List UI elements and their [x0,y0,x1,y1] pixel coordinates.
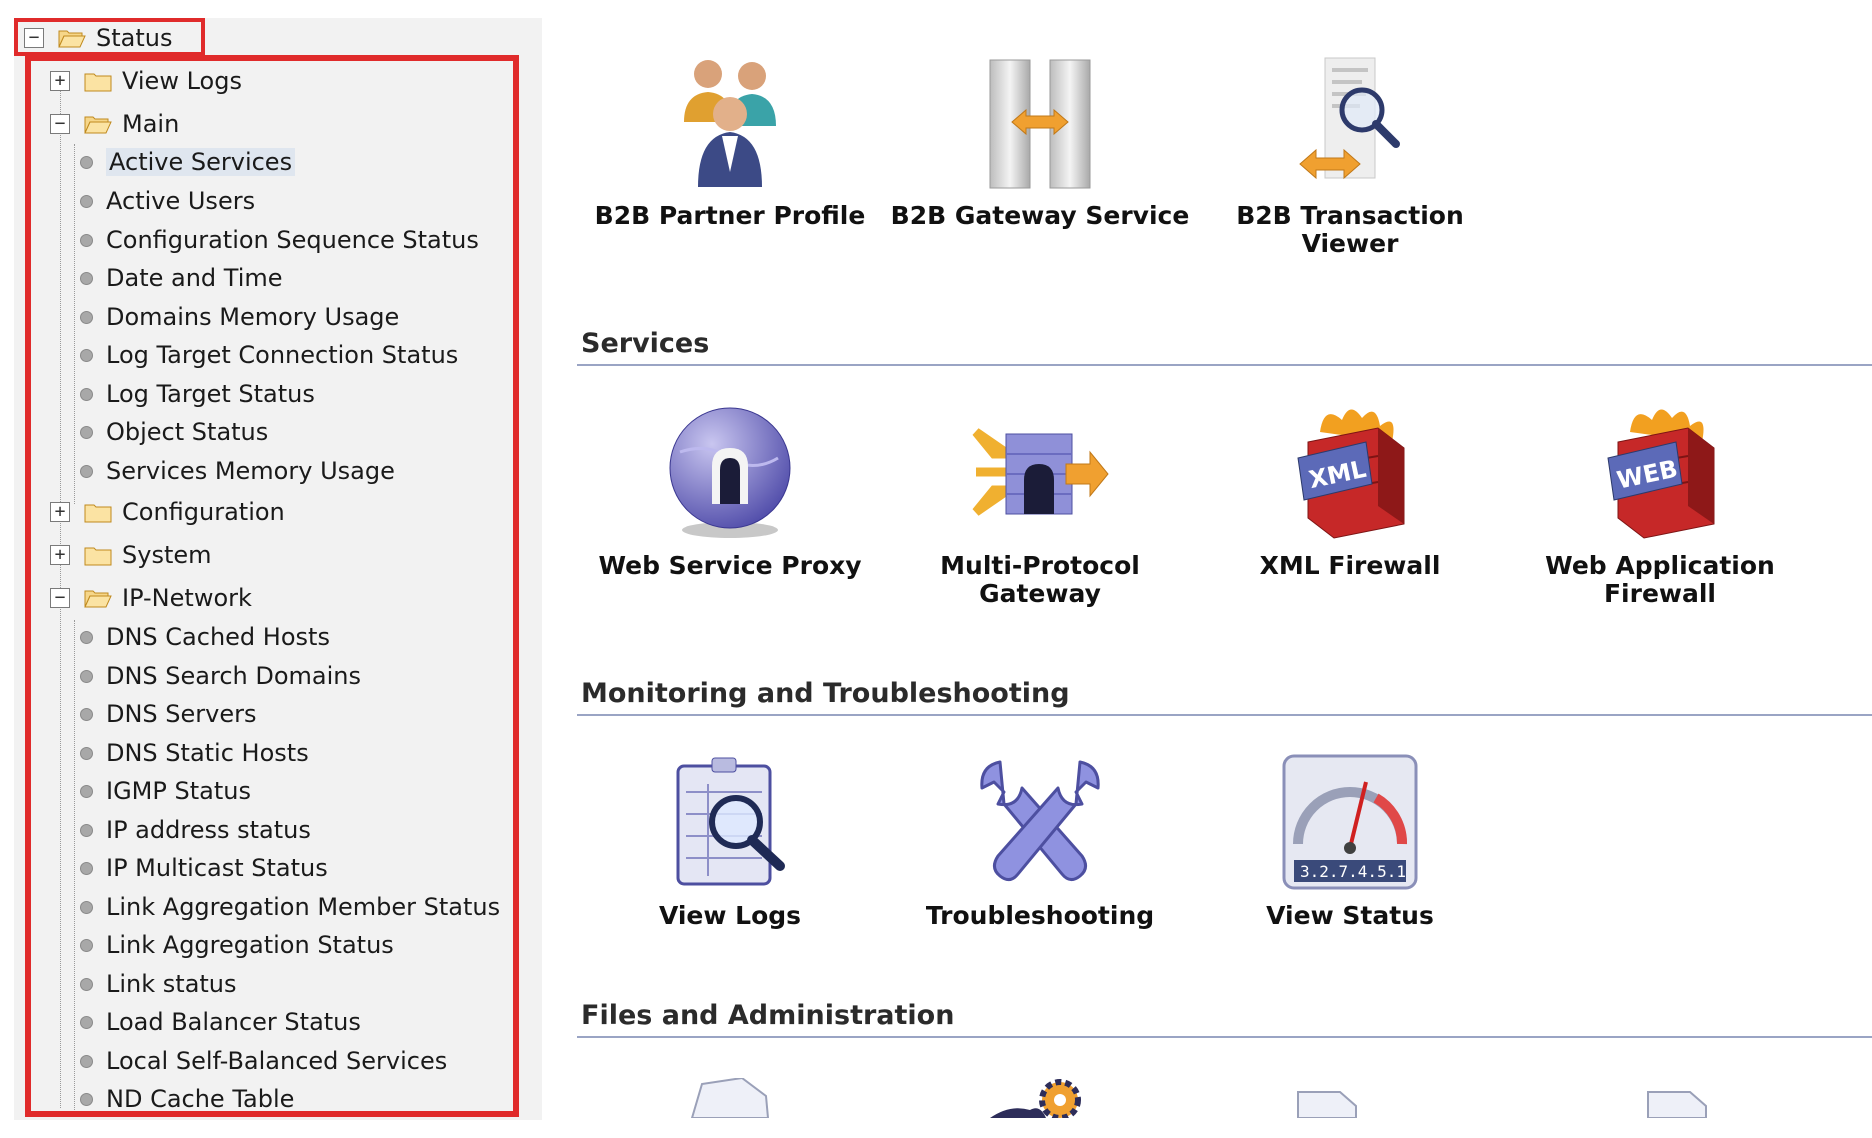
tile-label-line-1: Web Application [1545,551,1775,580]
tile-label: Web Service Proxy [598,551,862,580]
troubleshooting-tile[interactable]: Troubleshooting [890,752,1190,930]
file-icon [1297,1091,1357,1118]
b2b-partner-profile-tile[interactable]: B2B Partner Profile [580,52,880,230]
section-title-monitoring: Monitoring and Troubleshooting [581,678,1070,709]
b2b-gateway-service-tile[interactable]: B2B Gateway Service [890,52,1190,230]
tile-label-line-1: Multi-Protocol [940,551,1140,580]
web-service-proxy-tile[interactable]: Web Service Proxy [580,402,880,580]
section-divider [577,364,1872,366]
b2b-transaction-viewer-tile[interactable]: B2B Transaction Viewer [1200,52,1500,258]
status-highlight-box [14,18,205,56]
tile-label: B2B Partner Profile [594,201,866,230]
view-logs-tile[interactable]: View Logs [580,752,880,930]
section-divider [577,1036,1872,1038]
tile-label: View Status [1266,901,1434,930]
tile-label: XML Firewall [1259,551,1441,580]
xml-firewall-tile[interactable]: XML XML Firewall [1200,402,1500,580]
tile-label: Troubleshooting [925,901,1155,930]
multi-protocol-gateway-icon [972,428,1109,516]
web-application-firewall-tile[interactable]: WEB Web Application Firewall [1510,402,1810,608]
tile-label-line-1: B2B Transaction [1236,201,1464,230]
tile-label: View Logs [658,901,802,930]
tree-highlight-box [25,55,519,1117]
tile-label-line-2: Gateway [979,579,1101,608]
document-icon [690,1078,770,1118]
view-status-tile[interactable]: 3.2.7.4.5.1 View Status [1200,752,1500,930]
people-icon [684,60,776,187]
gateway-towers-icon [989,59,1091,189]
tile-label-line-2: Firewall [1603,579,1717,608]
gauge-counter: 3.2.7.4.5.1 [1300,862,1406,881]
section-divider [577,714,1872,716]
globe-icon [669,407,791,538]
gears-icon [990,1079,1081,1118]
transaction-viewer-icon [1299,57,1400,180]
tile-label-line-2: Viewer [1301,229,1399,258]
tile-label: B2B Gateway Service [890,201,1190,230]
section-title-services: Services [581,328,710,359]
web-firewall-icon: WEB [1607,409,1715,539]
log-magnifier-icon [676,757,785,886]
section-title-files: Files and Administration [581,1000,955,1031]
wrenches-icon [980,760,1100,881]
multi-protocol-gateway-tile[interactable]: Multi-Protocol Gateway [890,402,1190,608]
file-icon [1647,1091,1707,1118]
xml-firewall-icon: XML [1297,409,1405,539]
gauge-icon: 3.2.7.4.5.1 [1282,754,1418,890]
